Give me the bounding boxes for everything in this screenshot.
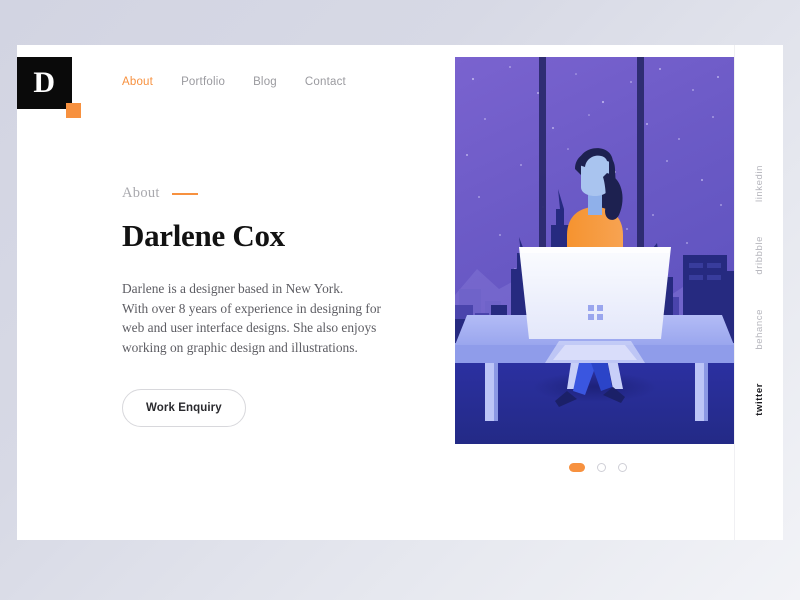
carousel-dot-3[interactable] — [618, 463, 627, 472]
desk-shadow — [533, 372, 657, 402]
keyboard-tray — [545, 341, 645, 363]
bio-line: With over 8 years of experience in desig… — [122, 300, 381, 316]
page-title: Darlene Cox — [122, 218, 285, 253]
social-link-twitter[interactable]: twitter — [754, 383, 765, 416]
nav-item-about[interactable]: About — [122, 76, 153, 88]
page-card: D About Portfolio Blog Contact About Dar… — [17, 45, 783, 540]
bio-line: web and user interface designs. She also… — [122, 320, 377, 335]
carousel-dots — [569, 463, 627, 472]
nav-item-contact[interactable]: Contact — [305, 76, 346, 88]
carousel-dot-2[interactable] — [597, 463, 606, 472]
logo[interactable]: D — [17, 57, 81, 118]
logo-accent-square — [66, 103, 81, 118]
nav-item-blog[interactable]: Blog — [253, 76, 277, 88]
bio-paragraph: Darlene is a designer based in New York.… — [122, 279, 422, 357]
social-rail-divider — [734, 45, 735, 540]
bio-line: Darlene is a designer based in New York. — [122, 281, 344, 296]
woman-at-desk-illustration — [455, 57, 734, 444]
social-link-dribbble[interactable]: dribbble — [754, 236, 765, 275]
section-eyebrow: About — [122, 185, 422, 202]
monitor — [519, 247, 671, 339]
eyebrow-label: About — [122, 185, 160, 201]
logo-letter: D — [33, 66, 56, 99]
nav-item-portfolio[interactable]: Portfolio — [181, 76, 225, 88]
hero-content: About Darlene Cox Darlene is a designer … — [122, 185, 422, 427]
social-link-behance[interactable]: behance — [754, 309, 765, 350]
carousel-dot-1[interactable] — [569, 463, 585, 472]
social-link-linkedin[interactable]: linkedin — [754, 165, 765, 202]
hero-illustration — [455, 57, 734, 444]
social-rail: linkedin dribbble behance twitter — [754, 165, 765, 425]
work-enquiry-button[interactable]: Work Enquiry — [122, 389, 246, 427]
main-navigation: About Portfolio Blog Contact — [122, 76, 346, 88]
eyebrow-rule — [171, 192, 198, 195]
bio-line: working on graphic design and illustrati… — [122, 339, 358, 355]
